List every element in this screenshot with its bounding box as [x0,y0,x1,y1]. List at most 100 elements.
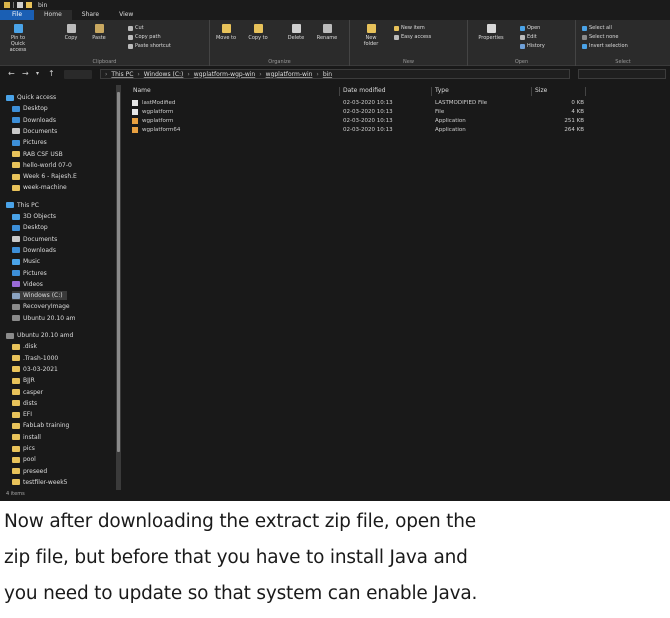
sidebar-item[interactable]: RAB CSF USB [12,150,63,159]
column-header-date-modified[interactable]: Date modified [340,87,432,96]
pin-quick-access-button[interactable]: Pin to Quick access [4,24,32,53]
sidebar-item[interactable]: testfiler-week5 [12,478,68,487]
file-row[interactable]: lastModified 02-03-2020 10:13 LASTMODIFIED… [130,100,670,108]
file-size: 4 KB [571,109,584,115]
invert-selection-button[interactable]: Invert selection [582,43,628,49]
copy-path-button[interactable]: Copy path [128,34,161,40]
open-group: Properties Open Edit History Open [468,20,576,66]
sidebar-item[interactable]: pool [12,455,36,464]
select-none-button[interactable]: Select none [582,34,619,40]
sidebar-item[interactable]: casper [12,388,43,397]
breadcrumb-this-pc[interactable]: This PC [111,71,133,78]
breadcrumb-wgplatform-wgp-win[interactable]: wgplatform-wgp-win [194,71,255,78]
column-header-size[interactable]: Size [532,87,586,96]
forward-arrow-icon[interactable]: → [22,69,29,79]
download-icon [12,117,20,124]
edit-button[interactable]: Edit [520,34,537,40]
folder-icon [12,456,20,463]
sidebar-item[interactable]: RecoveryImage [12,302,70,311]
breadcrumb-windows-c[interactable]: Windows (C:) [144,71,184,78]
sidebar-item-label: week-machine [23,184,67,192]
sidebar-item[interactable]: dists [12,399,37,408]
file-row[interactable]: wgplatform 02-03-2020 10:13 File 4 KB [130,109,670,117]
paste-icon [94,24,104,33]
properties-button[interactable]: Properties [474,24,508,41]
new-item-icon [394,25,399,31]
new-folder-button[interactable]: New folder [358,24,384,47]
breadcrumb-wgplatform-win[interactable]: wgplatform-win [266,71,313,78]
sidebar-item[interactable]: Pictures [12,269,47,278]
sidebar-item[interactable]: Week 6 - Rajesh.E [12,172,77,181]
videos-icon [12,281,20,288]
open-button[interactable]: Open [520,25,540,31]
breadcrumb-bin[interactable]: bin [323,71,332,78]
file-icon [132,100,138,106]
sidebar-item-label: 3D Objects [23,213,57,220]
sidebar-item[interactable]: Music [12,257,40,266]
caption-line: zip file, but before that you have to in… [4,547,468,568]
column-header-name[interactable]: Name [130,87,340,96]
sidebar-item[interactable]: Ubuntu 20.10 amd [6,331,73,340]
documents-icon [12,128,20,135]
tab-view[interactable]: View [109,10,143,20]
move-to-button[interactable]: Move to [214,24,238,41]
sidebar-item-label: FabLab training [23,422,70,430]
sidebar-item[interactable]: .disk [12,342,37,351]
sidebar-item[interactable]: Downloads [12,116,56,125]
sidebar-item[interactable]: BJJR [12,376,35,385]
paste-button[interactable]: Paste [88,24,110,41]
sidebar-item[interactable]: Pictures [12,138,47,147]
sidebar-item[interactable]: Downloads [12,246,56,255]
sidebar-item[interactable]: 3D Objects [12,212,56,221]
easy-access-button[interactable]: Easy access [394,34,431,40]
address-bar[interactable]: › This PC › Windows (C:) › wgplatform-wg… [100,69,570,79]
column-header-type[interactable]: Type [432,87,532,96]
tab-home[interactable]: Home [34,10,72,20]
sidebar-item[interactable]: install [12,433,41,442]
properties-icon[interactable] [17,2,23,8]
file-row[interactable]: wgplatform 02-03-2020 10:13 Application 251… [130,118,670,126]
select-all-button[interactable]: Select all [582,25,612,31]
search-input[interactable] [578,69,666,79]
sidebar-item[interactable]: hello-world 07-0 [12,161,72,170]
sidebar-item[interactable]: Videos [12,280,43,289]
sidebar-item[interactable]: preseed [12,467,47,476]
tab-file[interactable]: File [0,10,35,20]
scrollbar-thumb[interactable] [117,92,120,452]
rename-button[interactable]: Rename [314,24,340,41]
sidebar-item-label: casper [23,388,44,396]
file-row[interactable]: wgplatform64 02-03-2020 10:13 Application 2… [130,127,670,135]
cut-button[interactable]: Cut [128,25,144,31]
sidebar-item[interactable]: week-machine [12,183,67,192]
copy-button[interactable]: Copy [60,24,82,41]
pc-icon [6,202,14,209]
history-button[interactable]: History [520,43,545,49]
chevron-down-icon[interactable]: ▾ [36,69,39,79]
sidebar-item[interactable]: Windows (C:) [12,291,67,301]
sidebar-item[interactable]: Ubuntu 20.10 am [12,314,75,323]
easy-access-icon [394,34,399,40]
sidebar-item[interactable]: Desktop [12,223,48,232]
sidebar-item[interactable]: Documents [12,235,57,244]
title-bar: bin [0,0,670,10]
sidebar-item[interactable]: .Trash-1000 [12,354,58,363]
sidebar-item[interactable]: EFI [12,410,32,419]
up-arrow-icon[interactable]: ↑ [48,69,55,79]
sidebar-item-label: pool [23,456,36,464]
new-item-button[interactable]: New item [394,25,425,31]
delete-button[interactable]: Delete [284,24,308,41]
drive-icon [12,315,20,322]
sidebar-item[interactable]: This PC [6,201,39,210]
sidebar-item[interactable]: Documents [12,127,57,136]
tab-share[interactable]: Share [72,10,109,20]
sidebar-item[interactable]: 03-03-2021 [12,365,58,374]
back-arrow-icon[interactable]: ← [8,69,15,79]
sidebar-item-label: This PC [17,201,39,209]
sidebar-item[interactable]: Quick access [6,93,56,102]
paste-shortcut-button[interactable]: Paste shortcut [128,43,171,49]
sidebar-item[interactable]: pics [12,444,35,453]
sidebar-item[interactable]: Desktop [12,104,48,113]
sidebar-item[interactable]: FabLab training [12,421,69,430]
copy-to-button[interactable]: Copy to [246,24,270,41]
new-folder-icon[interactable] [26,2,32,8]
